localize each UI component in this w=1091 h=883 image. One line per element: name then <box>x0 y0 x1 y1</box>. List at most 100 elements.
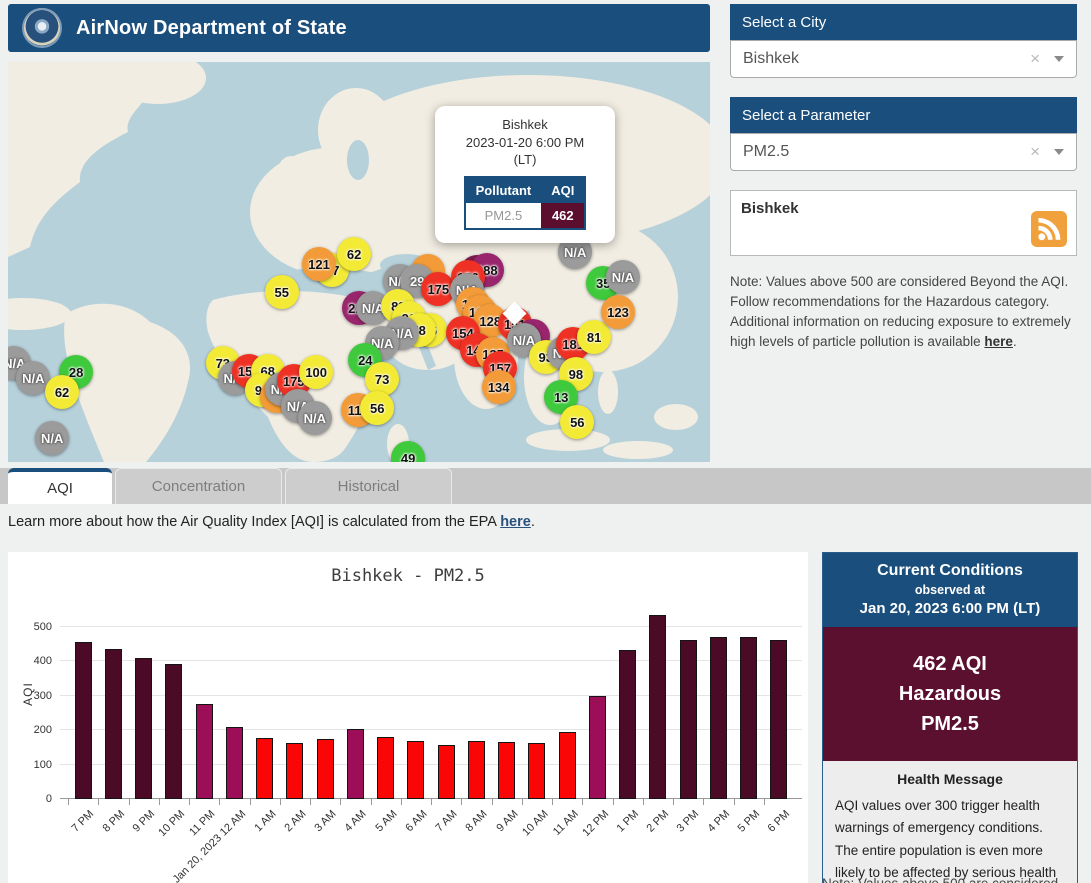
chart-bar[interactable] <box>740 637 757 799</box>
x-tick-label: 8 PM <box>100 808 127 835</box>
x-tick-label: 10 PM <box>156 808 187 839</box>
x-tick-label: 8 AM <box>464 808 490 834</box>
select-city-label: Select a City <box>742 14 826 31</box>
chart-bar[interactable] <box>75 642 92 799</box>
map-marker[interactable]: 81 <box>577 320 611 354</box>
tab-historical[interactable]: Historical <box>285 468 452 504</box>
chart-bar[interactable] <box>498 742 515 799</box>
sidebar-note-text: Note: Values above 500 are considered Be… <box>730 274 1071 349</box>
chart-bar[interactable] <box>680 640 697 799</box>
city-dropdown-arrow-icon[interactable] <box>1054 56 1064 62</box>
chart-bar[interactable] <box>649 615 666 799</box>
map-marker[interactable]: 49 <box>391 441 425 462</box>
map-marker[interactable]: N/A <box>298 401 332 435</box>
y-tick-label: 300 <box>34 690 52 702</box>
chart-bar[interactable] <box>226 727 243 799</box>
chart-bar[interactable] <box>105 649 122 799</box>
parameter-dropdown-arrow-icon[interactable] <box>1054 149 1064 155</box>
popup-aqi-value: 462 <box>541 203 585 229</box>
x-tick-label: 11 AM <box>551 808 581 838</box>
city-select-value: Bishkek <box>743 50 1030 68</box>
map-popup: Bishkek 2023-01-20 6:00 PM (LT) Pollutan… <box>435 106 615 243</box>
chart-plot: AQI 01002003004005007 PM8 PM9 PM10 PM11 … <box>60 606 802 799</box>
map-marker[interactable]: 56 <box>360 391 394 425</box>
chart-bar[interactable] <box>589 696 606 799</box>
chart-bar[interactable] <box>196 704 213 799</box>
cc-aqi-category: Hazardous <box>829 679 1071 709</box>
cc-title: Current Conditions <box>829 562 1071 580</box>
chart-bar[interactable] <box>559 732 576 799</box>
cc-observed-at: observed at <box>829 583 1071 597</box>
map-marker[interactable]: 100 <box>299 355 333 389</box>
map-marker[interactable]: 56 <box>560 405 594 439</box>
current-conditions-panel: Current Conditions observed at Jan 20, 2… <box>822 552 1078 883</box>
y-tick-label: 500 <box>34 621 52 633</box>
chart-bar[interactable] <box>710 637 727 799</box>
map-marker[interactable]: 134 <box>482 370 516 404</box>
map-marker[interactable]: 62 <box>45 375 79 409</box>
chart-bar[interactable] <box>619 650 636 799</box>
chart-bar[interactable] <box>347 729 364 799</box>
y-tick-label: 100 <box>34 759 52 771</box>
chart-bar[interactable] <box>256 738 273 799</box>
x-tick-label: 3 PM <box>675 808 702 835</box>
popup-city: Bishkek <box>441 116 609 134</box>
aqi-chart-panel: Bishkek - PM2.5 AQI 01002003004005007 PM… <box>8 552 808 883</box>
map-marker[interactable]: N/A <box>35 421 69 455</box>
current-conditions-header: Current Conditions observed at Jan 20, 2… <box>823 553 1077 627</box>
tab-bar: AQIConcentrationHistorical <box>0 468 1091 504</box>
select-parameter-label: Select a Parameter <box>742 107 870 124</box>
tab-concentration[interactable]: Concentration <box>115 468 282 504</box>
chart-bar[interactable] <box>377 737 394 799</box>
map-marker[interactable]: 123 <box>601 295 635 329</box>
y-tick-label: 0 <box>46 793 52 805</box>
city-clear-icon[interactable]: × <box>1030 49 1040 69</box>
select-city-header: Select a City <box>730 4 1077 40</box>
health-message-block: Health Message AQI values over 300 trigg… <box>823 761 1077 883</box>
rss-icon[interactable] <box>1031 211 1067 247</box>
chart-bar[interactable] <box>317 739 334 799</box>
x-tick-label: 7 PM <box>70 808 97 835</box>
popup-col-pollutant: Pollutant <box>465 177 542 203</box>
chart-bar[interactable] <box>528 743 545 799</box>
health-message-title: Health Message <box>835 771 1065 787</box>
chart-bar[interactable] <box>165 664 182 799</box>
epa-here-link[interactable]: here <box>500 514 531 530</box>
chart-bar[interactable] <box>468 741 485 799</box>
x-tick-label: 9 AM <box>494 808 520 834</box>
city-select[interactable]: Bishkek × <box>730 40 1077 78</box>
chart-bar[interactable] <box>438 745 455 799</box>
map-marker[interactable]: 62 <box>337 237 371 271</box>
x-tick-label: 6 PM <box>766 808 793 835</box>
x-tick-label: 2 PM <box>645 808 672 835</box>
popup-datetime: 2023-01-20 6:00 PM <box>441 134 609 152</box>
chart-title: Bishkek - PM2.5 <box>8 566 808 586</box>
x-tick-label: 7 AM <box>433 808 459 834</box>
aqi-world-map[interactable]: 971216255N/A29175229N/A82907678N/AN/A247… <box>8 62 710 462</box>
x-tick-label: 4 PM <box>705 808 732 835</box>
parameter-clear-icon[interactable]: × <box>1030 142 1040 162</box>
map-marker[interactable]: 121 <box>302 247 336 281</box>
footer-note-partial: Note: Values above 500 are considered Be… <box>822 876 1078 883</box>
y-tick-label: 200 <box>34 724 52 736</box>
x-tick-label: 1 PM <box>614 808 641 835</box>
map-marker[interactable]: 55 <box>265 275 299 309</box>
tab-aqi[interactable]: AQI <box>8 468 112 504</box>
map-marker[interactable]: N/A <box>606 260 640 294</box>
chart-bar[interactable] <box>286 743 303 799</box>
sidebar-note-here-link[interactable]: here <box>984 334 1013 349</box>
chart-bar[interactable] <box>135 658 152 799</box>
feed-city-title: Bishkek <box>741 200 1066 217</box>
popup-pollutant-value: PM2.5 <box>465 203 542 229</box>
cc-timestamp: Jan 20, 2023 6:00 PM (LT) <box>829 600 1071 617</box>
x-tick-label: 5 PM <box>735 808 762 835</box>
dos-seal-icon <box>22 8 62 48</box>
x-tick-label: 10 AM <box>520 808 551 839</box>
parameter-select[interactable]: PM2.5 × <box>730 133 1077 171</box>
chart-bar[interactable] <box>407 741 424 799</box>
info-line-text: Learn more about how the Air Quality Ind… <box>8 514 500 530</box>
chart-bar[interactable] <box>770 640 787 799</box>
page-title: AirNow Department of State <box>76 17 347 40</box>
x-tick-label: 9 PM <box>130 808 157 835</box>
x-tick-label: 12 PM <box>580 808 611 839</box>
